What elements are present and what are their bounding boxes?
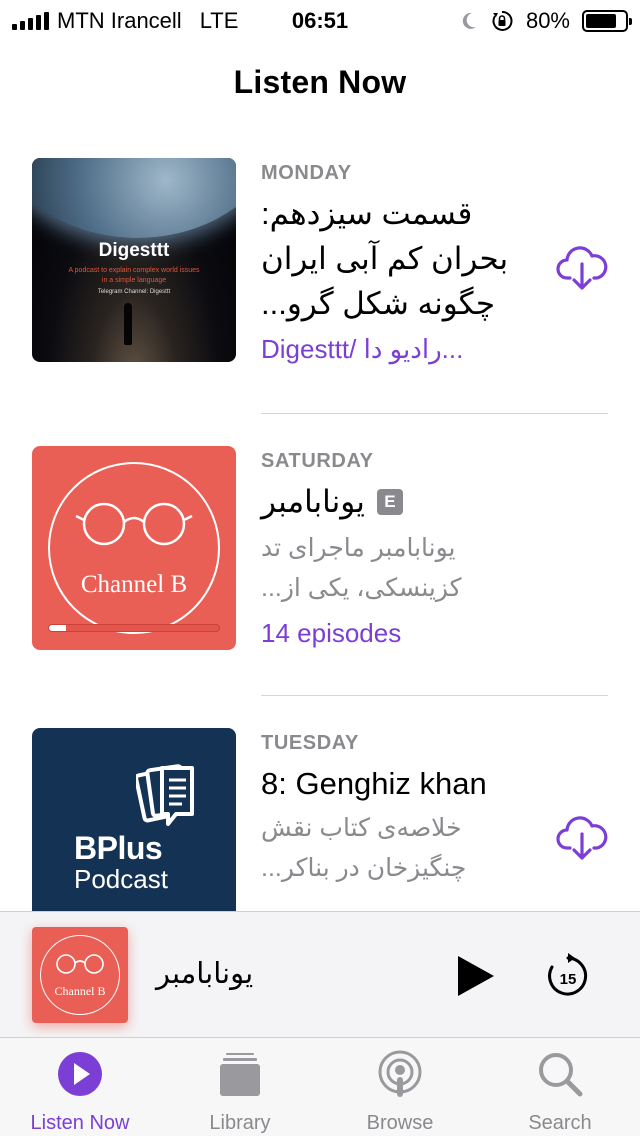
artwork-tagline-line: A podcast to explain complex world issue… [68, 267, 200, 274]
planet-image [32, 158, 236, 238]
episode-title-row: یونابامبر E [261, 479, 551, 524]
skip-forward-15-icon[interactable]: 15 [544, 952, 592, 1000]
tab-label: Search [528, 1112, 592, 1134]
episode-title: یونابامبر [261, 484, 365, 519]
artwork-subtitle: Podcast [74, 864, 168, 894]
episode-show-link[interactable]: Digesttt/ رادیو دا... [261, 334, 551, 365]
glasses-icon [75, 502, 193, 546]
artwork-tagline: A podcast to explain complex world issue… [32, 266, 236, 286]
episode-text[interactable]: MONDAY قسمت سیزدهم: بحران کم آبی ایران چ… [261, 162, 551, 365]
battery-fill [586, 14, 617, 28]
playback-progress-bar [48, 624, 220, 632]
status-bar: MTN Irancell LTE 06:51 80% [0, 0, 640, 40]
tab-label: Listen Now [30, 1112, 130, 1134]
mini-player-artwork[interactable]: Channel B [32, 927, 128, 1023]
podcast-icon [378, 1050, 422, 1097]
download-cloud-icon[interactable] [556, 814, 608, 862]
episode-description: یونابامبر ماجرای تد کزینسکی، یکی از... [261, 528, 551, 608]
artwork-label: Channel B [54, 984, 106, 998]
episode-description-line: خلاصه‌ی کتاب نقش [261, 814, 462, 842]
episode-title: 8: Genghiz khan [261, 766, 487, 801]
episode-row[interactable]: Digesttt A podcast to explain complex wo… [0, 158, 640, 414]
episode-day: TUESDAY [261, 732, 359, 754]
skip-seconds-label: 15 [560, 971, 577, 988]
battery-icon [582, 10, 632, 32]
artwork-tagline-line: in a simple language [101, 277, 167, 284]
tab-label: Browse [366, 1112, 434, 1134]
walking-figure [124, 303, 132, 345]
tab-library[interactable]: Library [160, 1038, 320, 1136]
episode-day: MONDAY [261, 162, 352, 184]
artwork-title: Digesttt [98, 240, 170, 261]
episode-title: قسمت سیزدهم: بحران کم آبی ایران چگونه شک… [261, 191, 551, 326]
rotation-lock-icon [492, 10, 513, 31]
playback-progress-fill [49, 625, 66, 631]
moon-icon [462, 12, 476, 29]
episode-title-line: بحران کم آبی ایران [261, 241, 509, 276]
play-circle-icon [58, 1052, 102, 1096]
tab-bar: Listen Now Library Browse Search [0, 1037, 640, 1136]
episode-text[interactable]: SATURDAY یونابامبر E یونابامبر ماجرای تد… [261, 450, 551, 649]
artwork-ring [48, 462, 220, 634]
tab-search[interactable]: Search [480, 1038, 640, 1136]
battery-percent: 80% [525, 8, 570, 33]
now-playing-title[interactable]: یونابامبر [156, 956, 253, 991]
episode-description-line: کزینسکی، یکی از... [261, 574, 462, 602]
artwork-label: Channel B [80, 571, 188, 598]
episode-count[interactable]: 14 episodes [261, 618, 551, 649]
episode-row[interactable]: BPlus Podcast TUESDAY 8: Genghiz khan خل… [0, 728, 640, 911]
status-right: 80% [460, 8, 632, 34]
tab-listen-now[interactable]: Listen Now [0, 1038, 160, 1136]
play-icon[interactable] [450, 952, 500, 1000]
episode-description: خلاصه‌ی کتاب نقش چنگیزخان در بناکر... [261, 808, 551, 888]
artwork-ring [40, 935, 120, 1015]
episode-title-line: قسمت سیزدهم: [261, 196, 473, 231]
episode-row[interactable]: Channel B SATURDAY یونابامبر E یونابامبر… [0, 446, 640, 696]
download-cloud-icon[interactable] [556, 244, 608, 292]
book-stack-icon [136, 764, 194, 826]
divider [261, 695, 608, 696]
explicit-badge: E [376, 488, 403, 515]
search-icon [539, 1053, 583, 1097]
divider [261, 413, 608, 414]
mini-player[interactable]: Channel B یونابامبر 15 [0, 911, 640, 1037]
tab-browse[interactable]: Browse [320, 1038, 480, 1136]
page-title: Listen Now [233, 64, 407, 100]
episode-description-line: چنگیزخان در بناکر... [261, 854, 467, 882]
episode-artwork-channel-b[interactable]: Channel B [32, 446, 236, 650]
tab-label: Library [209, 1112, 271, 1134]
glasses-icon [56, 954, 104, 974]
artwork-title: BPlus [74, 830, 163, 866]
library-stack-icon [220, 1053, 260, 1096]
artwork-telegram: Telegram Channel: Digesttt [97, 289, 171, 295]
episode-description-line: یونابامبر ماجرای تد [261, 534, 456, 562]
episode-text[interactable]: TUESDAY 8: Genghiz khan خلاصه‌ی کتاب نقش… [261, 732, 551, 888]
episode-artwork-digesttt[interactable]: Digesttt A podcast to explain complex wo… [32, 158, 236, 362]
episode-day: SATURDAY [261, 450, 374, 472]
episode-title-line: چگونه شکل گرو... [261, 286, 496, 321]
episode-artwork-bplus[interactable]: BPlus Podcast [32, 728, 236, 911]
